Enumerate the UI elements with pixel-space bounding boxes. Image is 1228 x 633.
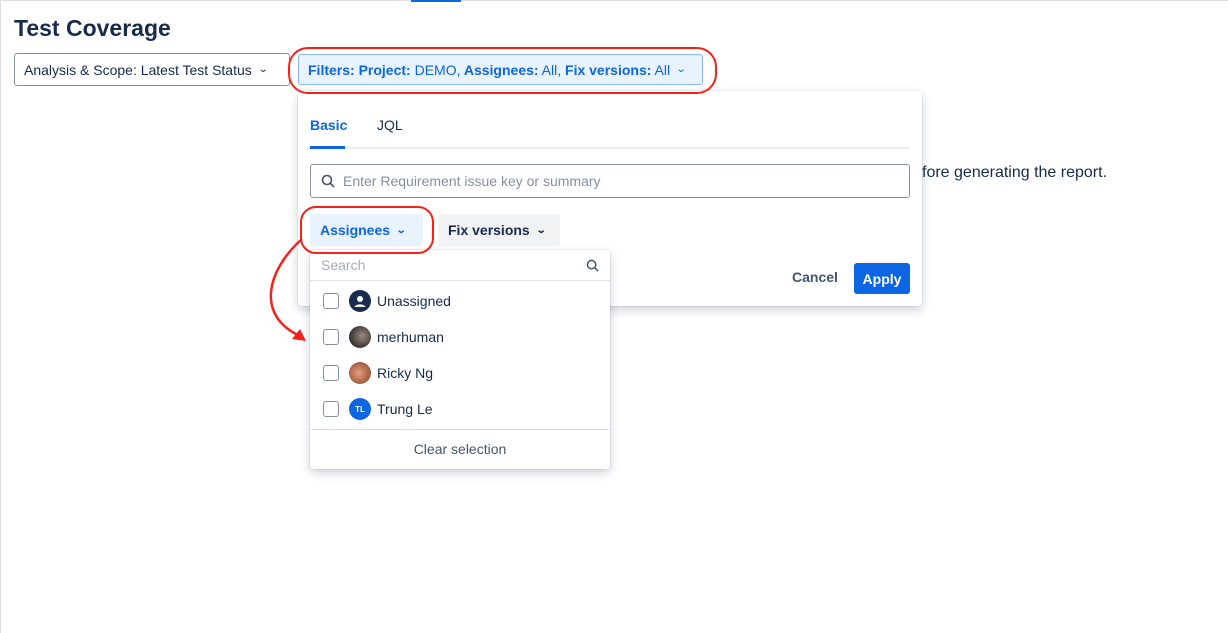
tab-jql[interactable]: JQL: [377, 117, 403, 133]
search-icon: [586, 259, 599, 272]
active-nav-indicator: [411, 0, 461, 2]
checkbox[interactable]: [323, 329, 339, 345]
analysis-scope-button[interactable]: Analysis & Scope: Latest Test Status ⌄: [14, 53, 290, 86]
avatar: TL: [349, 398, 371, 420]
avatar: [349, 362, 371, 384]
divider: [310, 429, 610, 430]
fix-versions-filter-chip[interactable]: Fix versions ⌄: [438, 214, 560, 246]
checkbox[interactable]: [323, 365, 339, 381]
assignee-name: Trung Le: [377, 401, 433, 417]
assignee-name: merhuman: [377, 329, 444, 345]
search-icon: [321, 174, 335, 188]
apply-button[interactable]: Apply: [854, 263, 910, 294]
scope-label: Analysis & Scope: Latest Test Status: [24, 61, 252, 78]
requirement-search-input[interactable]: Enter Requirement issue key or summary: [310, 164, 910, 198]
assignee-option-unassigned[interactable]: Unassigned: [323, 289, 451, 313]
assignee-option-ricky-ng[interactable]: Ricky Ng: [323, 361, 433, 385]
chevron-down-icon: ⌄: [535, 224, 547, 236]
user-icon: [349, 290, 371, 312]
fix-versions-chip-label: Fix versions: [448, 222, 530, 238]
avatar: [349, 326, 371, 348]
tab-divider: [310, 147, 910, 149]
assignee-search-placeholder: Search: [321, 257, 366, 273]
assignee-search-input[interactable]: Search: [310, 250, 610, 281]
chevron-down-icon: ⌄: [257, 64, 269, 75]
annotation-arrow-icon: [269, 238, 306, 341]
assignee-option-merhuman[interactable]: merhuman: [323, 325, 444, 349]
clear-selection-button[interactable]: Clear selection: [310, 441, 610, 457]
page-title: Test Coverage: [14, 15, 171, 41]
tab-basic[interactable]: Basic: [310, 117, 347, 133]
assignee-option-trung-le[interactable]: TL Trung Le: [323, 397, 433, 421]
checkbox[interactable]: [323, 401, 339, 417]
background-message: fore generating the report.: [922, 164, 1108, 181]
assignee-name: Unassigned: [377, 293, 451, 309]
annotation-highlight-assignees: [300, 206, 434, 254]
annotation-highlight-filters: [288, 47, 717, 94]
assignees-dropdown: Search Unassigned merhuman Ricky Ng TL T…: [310, 250, 610, 469]
active-tab-underline: [310, 146, 345, 149]
search-placeholder: Enter Requirement issue key or summary: [343, 173, 601, 189]
assignee-name: Ricky Ng: [377, 365, 434, 381]
checkbox[interactable]: [323, 293, 339, 309]
cancel-button[interactable]: Cancel: [792, 269, 838, 285]
